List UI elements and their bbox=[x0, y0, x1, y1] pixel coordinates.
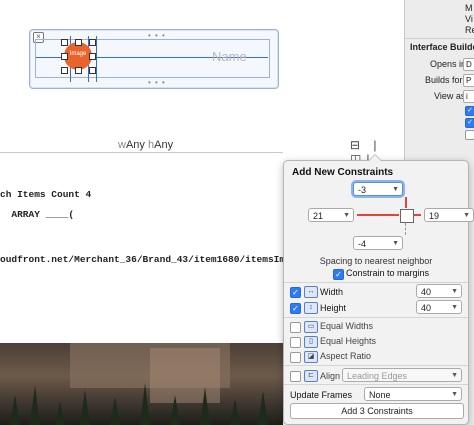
resize-handle[interactable] bbox=[61, 53, 68, 60]
width-checkbox[interactable]: ✓ bbox=[290, 287, 301, 298]
equal-heights-label[interactable]: Equal Heights bbox=[320, 336, 376, 346]
align-icon: ⊏ bbox=[304, 370, 318, 382]
width-value: 40 bbox=[421, 287, 432, 297]
resize-handle[interactable] bbox=[89, 67, 96, 74]
height-value-field[interactable]: 40 ▼ bbox=[416, 300, 462, 314]
equal-heights-checkbox[interactable] bbox=[290, 337, 301, 348]
console-line: ARRAY ____( bbox=[0, 209, 75, 220]
builds-for-label: Builds for bbox=[425, 75, 463, 85]
align-select[interactable]: Leading Edges ▼ bbox=[342, 368, 462, 382]
equal-heights-icon: ▯ bbox=[304, 336, 318, 348]
size-class-w-prefix: w bbox=[118, 139, 126, 151]
inspector-text: Re bbox=[465, 25, 474, 35]
storyboard-canvas[interactable]: × • • • • • • Name Image wAny hAny ⊟ |◫|… bbox=[0, 0, 404, 180]
inspector-text: M bbox=[465, 3, 473, 13]
width-label[interactable]: Width bbox=[320, 287, 343, 297]
top-spacing-value: -3 bbox=[358, 185, 367, 195]
aspect-ratio-label[interactable]: Aspect Ratio bbox=[320, 351, 371, 361]
update-frames-select[interactable]: None ▼ bbox=[364, 387, 462, 401]
inspector-checkbox[interactable] bbox=[465, 130, 474, 140]
table-view-cell[interactable]: × • • • • • • Name Image bbox=[29, 29, 279, 89]
view-as-select[interactable]: i bbox=[463, 90, 474, 103]
name-label[interactable]: Name bbox=[212, 49, 247, 64]
chevron-down-icon: ▼ bbox=[392, 186, 399, 193]
resize-handle[interactable] bbox=[89, 53, 96, 60]
top-spacing-field[interactable]: -3 ▼ bbox=[353, 182, 403, 196]
inspector-checkbox[interactable]: ✓ bbox=[465, 118, 474, 128]
inspector-checkbox[interactable]: ✓ bbox=[465, 106, 474, 116]
size-class-control[interactable]: wAny hAny bbox=[118, 139, 173, 151]
section-title: Interface Builder D bbox=[410, 42, 474, 52]
height-checkbox[interactable]: ✓ bbox=[290, 303, 301, 314]
bottom-spacing-field[interactable]: -4 ▼ bbox=[353, 236, 403, 250]
equal-widths-icon: ▭ bbox=[304, 321, 318, 333]
size-class-h-value: Any bbox=[154, 139, 174, 151]
aspect-ratio-icon: ◪ bbox=[304, 351, 318, 363]
resize-handle[interactable] bbox=[61, 39, 68, 46]
right-spacing-field[interactable]: 19 ▼ bbox=[424, 208, 474, 222]
aspect-ratio-checkbox[interactable] bbox=[290, 352, 301, 363]
constrain-margins-label[interactable]: Constrain to margins bbox=[346, 268, 429, 278]
popover-title: Add New Constraints bbox=[292, 167, 394, 178]
size-class-w-value: Any bbox=[125, 139, 145, 151]
alignment-guide bbox=[96, 36, 97, 82]
spacing-note: Spacing to nearest neighbor bbox=[319, 256, 433, 266]
view-as-label: View as bbox=[434, 91, 466, 101]
view-placeholder bbox=[400, 209, 414, 223]
right-constraint-strut[interactable] bbox=[413, 214, 421, 216]
chevron-down-icon: ▼ bbox=[451, 288, 458, 295]
left-constraint-strut[interactable] bbox=[357, 214, 399, 216]
chevron-down-icon: ▼ bbox=[463, 212, 470, 219]
width-icon: ↔ bbox=[304, 286, 318, 298]
image-logo-text: Image bbox=[69, 51, 87, 57]
height-value: 40 bbox=[421, 303, 432, 313]
update-frames-label: Update Frames bbox=[290, 390, 353, 400]
height-icon: ↕ bbox=[304, 302, 318, 314]
bottom-constraint-strut[interactable] bbox=[405, 223, 407, 235]
resize-handle[interactable] bbox=[89, 39, 96, 46]
equal-widths-checkbox[interactable] bbox=[290, 322, 301, 333]
align-label[interactable]: Align bbox=[320, 371, 340, 381]
resize-handle[interactable] bbox=[61, 67, 68, 74]
height-label[interactable]: Height bbox=[320, 303, 346, 313]
constrain-margins-checkbox[interactable]: ✓ bbox=[333, 269, 344, 280]
left-spacing-value: 21 bbox=[313, 211, 324, 221]
drag-handle-bottom[interactable]: • • • bbox=[148, 78, 166, 87]
console-line: ch Items Count 4 bbox=[0, 189, 92, 200]
chevron-down-icon: ▼ bbox=[451, 372, 458, 379]
right-spacing-value: 19 bbox=[429, 211, 440, 221]
builds-for-select[interactable]: P bbox=[463, 74, 474, 87]
bottom-spacing-value: -4 bbox=[358, 239, 367, 249]
add-constraints-popover: Add New Constraints -3 ▼ 21 ▼ 19 ▼ -4 ▼ Spac… bbox=[283, 154, 474, 425]
resize-handle[interactable] bbox=[75, 39, 82, 46]
align-value: Leading Edges bbox=[347, 371, 408, 381]
equal-widths-label[interactable]: Equal Widths bbox=[320, 321, 373, 331]
inspector-text: Vi bbox=[465, 14, 473, 24]
left-spacing-field[interactable]: 21 ▼ bbox=[308, 208, 354, 222]
console-output: ch Items Count 4 ARRAY ____( oudfront.ne… bbox=[0, 152, 342, 343]
opens-in-select[interactable]: D bbox=[463, 58, 474, 71]
update-frames-value: None bbox=[369, 390, 391, 400]
chevron-down-icon: ▼ bbox=[343, 212, 350, 219]
background-photo bbox=[0, 343, 283, 425]
chevron-down-icon: ▼ bbox=[392, 240, 399, 247]
resize-handle[interactable] bbox=[75, 67, 82, 74]
width-value-field[interactable]: 40 ▼ bbox=[416, 284, 462, 298]
top-constraint-strut[interactable] bbox=[405, 197, 407, 208]
chevron-down-icon: ▼ bbox=[451, 391, 458, 398]
add-constraints-button[interactable]: Add 3 Constraints bbox=[290, 403, 464, 419]
image-view[interactable]: Image bbox=[64, 42, 92, 70]
align-checkbox[interactable] bbox=[290, 371, 301, 382]
chevron-down-icon: ▼ bbox=[451, 304, 458, 311]
opens-in-label: Opens in bbox=[430, 59, 467, 69]
